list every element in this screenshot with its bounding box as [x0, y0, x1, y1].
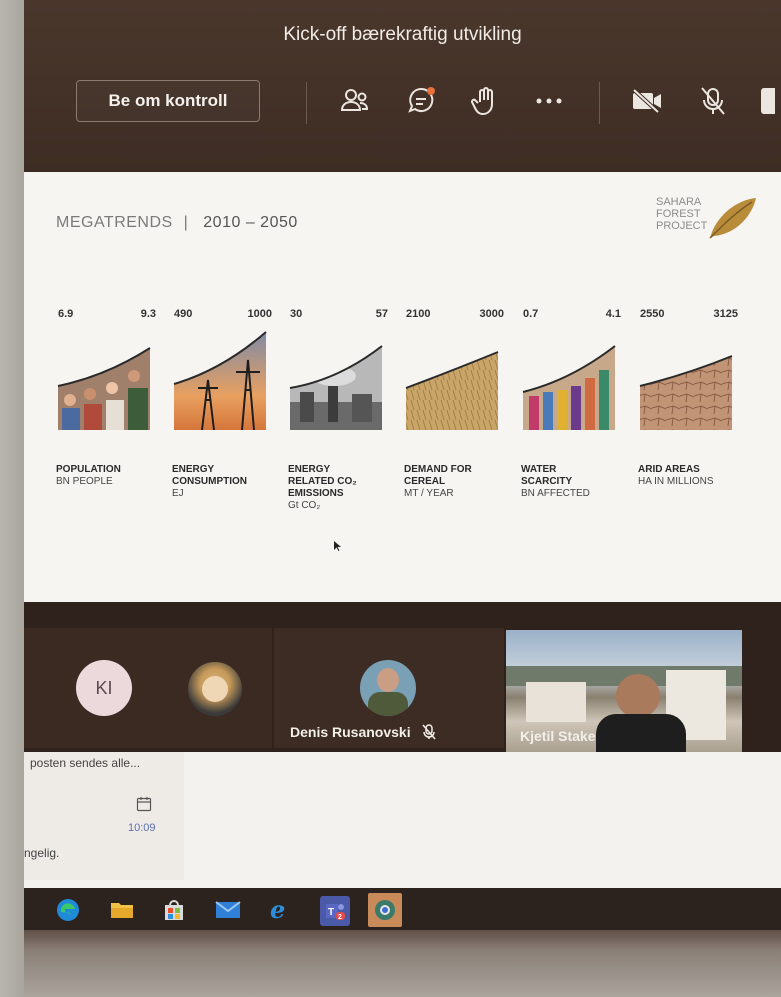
chat-message-snippet: ngelig.	[24, 846, 60, 860]
trend-end-value: 3000	[479, 308, 504, 320]
slide-heading: MEGATRENDS | 2010 – 2050	[56, 214, 298, 232]
trend-arid-areas: 2550 3125 ARID AREAS HA IN MILLIONS	[638, 308, 738, 528]
store-icon[interactable]	[160, 896, 188, 924]
trend-unit: BN PEOPLE	[56, 476, 113, 487]
trend-start-value: 2550	[640, 308, 665, 320]
avatar-participant-photo[interactable]	[188, 662, 242, 716]
trend-water-scarcity: 0.7 4.1 WATER SCARCITY BN AFFECTED	[521, 308, 621, 528]
participant-name-denis: Denis Rusanovski	[290, 724, 411, 740]
internet-explorer-icon[interactable]: e	[266, 896, 294, 924]
trend-cereal-demand: 2100 3000 DEMAND FOR CEREAL MT / YEAR	[404, 308, 504, 528]
trend-start-value: 6.9	[58, 308, 74, 320]
raise-hand-icon[interactable]	[468, 84, 502, 118]
mouse-cursor-icon	[334, 540, 342, 554]
chrome-app-icon[interactable]	[368, 893, 402, 927]
more-icon[interactable]	[532, 84, 566, 118]
trend-label: DEMAND FOR CEREAL MT / YEAR	[404, 452, 514, 512]
file-explorer-icon[interactable]	[108, 896, 136, 924]
chat-time: 10:09	[128, 822, 156, 834]
device-bezel-bottom	[24, 930, 781, 997]
toolbar-divider	[306, 82, 307, 124]
mic-muted-icon	[422, 724, 436, 745]
meeting-header: Kick-off bærekraftig utvikling Be om kon…	[24, 0, 781, 170]
trend-end-value: 3125	[713, 308, 738, 320]
trend-energy-consumption: 490 1000 ENERGY CONSUMPTION EJ	[172, 308, 272, 528]
trend-unit: Gt CO₂	[288, 500, 321, 511]
slide-heading-text: MEGATRENDS	[56, 214, 173, 231]
participant-name-kjetil: Kjetil Stake	[520, 728, 596, 744]
edge-icon[interactable]	[54, 896, 82, 924]
trend-unit: BN AFFECTED	[521, 488, 590, 499]
trend-cereal-image	[405, 351, 499, 430]
logo-text: SAHARA FOREST PROJECT	[656, 196, 708, 232]
trend-start-value: 0.7	[523, 308, 539, 320]
trend-label-text: DEMAND FOR CEREAL	[404, 464, 472, 487]
meeting-title: Kick-off bærekraftig utvikling	[283, 24, 522, 45]
windows-taskbar: e T2	[24, 888, 781, 930]
trend-unit: MT / YEAR	[404, 488, 454, 499]
trend-start-value: 30	[290, 308, 303, 320]
leave-button-partial[interactable]	[758, 84, 778, 118]
trend-unit: HA IN MILLIONS	[638, 476, 714, 487]
calendar-icon	[136, 797, 152, 812]
trend-label: ENERGY RELATED CO₂ EMISSIONS Gt CO₂	[288, 452, 398, 524]
leaf-icon	[709, 198, 756, 239]
trend-label-text: ENERGY CONSUMPTION	[172, 464, 247, 487]
chat-icon[interactable]	[404, 84, 438, 118]
trend-label-text: POPULATION	[56, 464, 121, 475]
request-control-button[interactable]: Be om kontroll	[76, 80, 260, 122]
video-tile-kjetil[interactable]: Kjetil Stake	[506, 630, 742, 752]
trend-end-value: 4.1	[605, 308, 621, 320]
slide-heading-years: 2010 – 2050	[203, 214, 298, 231]
screen: Kick-off bærekraftig utvikling Be om kon…	[24, 0, 781, 930]
trend-label-text: ARID AREAS	[638, 464, 700, 475]
trend-end-value: 9.3	[140, 308, 156, 320]
trend-energy-image	[173, 331, 267, 430]
chat-message-card[interactable]: posten sendes alle... 10:09 ngelig.	[24, 752, 184, 880]
trend-end-value: 1000	[247, 308, 272, 320]
trend-end-value: 57	[375, 308, 388, 320]
avatar-ki[interactable]: KI	[76, 660, 132, 716]
teams-icon[interactable]: T2	[320, 896, 350, 926]
avatar-denis[interactable]	[360, 660, 416, 716]
trend-unit: EJ	[172, 488, 184, 499]
trend-label: ARID AREAS HA IN MILLIONS	[638, 452, 748, 500]
participant-strip: KI Denis Rusanovski Kjetil Stake	[24, 602, 781, 752]
trend-label: ENERGY CONSUMPTION EJ	[172, 452, 282, 512]
people-icon[interactable]	[338, 84, 372, 118]
trend-population: 6.9 9.3 POPULATION BN PEOPLE	[56, 308, 156, 528]
trend-label: WATER SCARCITY BN AFFECTED	[521, 452, 631, 512]
trend-label-text: ENERGY RELATED CO₂ EMISSIONS	[288, 464, 357, 499]
trend-start-value: 490	[174, 308, 193, 320]
chat-panel: posten sendes alle... 10:09 ngelig.	[24, 752, 781, 888]
device-bezel-left	[0, 0, 24, 997]
trend-label: POPULATION BN PEOPLE	[56, 452, 166, 500]
trend-arid-image	[639, 355, 733, 430]
trend-start-value: 2100	[406, 308, 431, 320]
svg-text:e: e	[270, 897, 285, 923]
sahara-forest-project-logo: SAHARA FOREST PROJECT	[648, 196, 758, 240]
trend-label-text: WATER SCARCITY	[521, 464, 573, 487]
mail-icon[interactable]	[214, 896, 242, 924]
trend-co2-image	[289, 345, 383, 430]
shared-slide: MEGATRENDS | 2010 – 2050 SAHARA FOREST P…	[24, 172, 781, 602]
trend-population-image	[57, 347, 151, 430]
svg-text:T: T	[328, 907, 334, 918]
slide-heading-separator: |	[183, 214, 189, 231]
svg-text:2: 2	[338, 914, 342, 921]
chat-message-preview: posten sendes alle...	[30, 756, 141, 770]
toolbar-divider-2	[599, 82, 600, 124]
mic-off-icon[interactable]	[696, 84, 730, 118]
trend-water-image	[522, 345, 616, 430]
trend-co2-emissions: 30 57 ENERGY RELATED CO₂ EMISSIONS Gt CO…	[288, 308, 388, 528]
camera-off-icon[interactable]	[630, 84, 664, 118]
